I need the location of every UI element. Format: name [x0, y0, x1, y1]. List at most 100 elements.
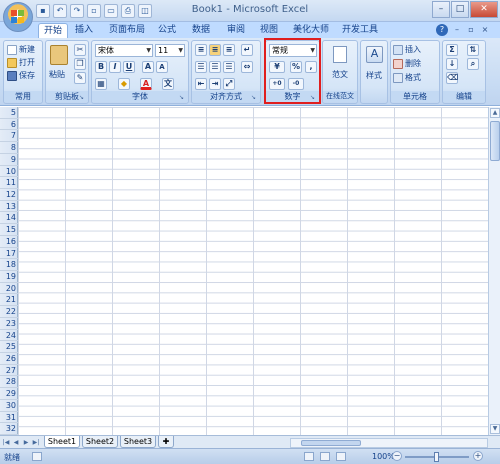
- zoom-out-icon[interactable]: −: [392, 451, 402, 461]
- align-right-icon[interactable]: ☰: [223, 61, 235, 73]
- macro-record-icon[interactable]: [32, 452, 42, 461]
- grow-font-button[interactable]: A: [142, 61, 154, 73]
- autosum-button[interactable]: Σ: [446, 44, 458, 56]
- vertical-scrollbar[interactable]: ▲ ▼: [488, 107, 500, 435]
- sheet-tab-1[interactable]: Sheet1: [44, 436, 80, 448]
- align-left-icon[interactable]: ☰: [195, 61, 207, 73]
- row-header[interactable]: 6: [0, 119, 18, 131]
- format-cells-button[interactable]: 格式: [393, 72, 421, 83]
- office-button[interactable]: [3, 2, 33, 32]
- align-bottom-icon[interactable]: ≡: [223, 44, 235, 56]
- paste-label[interactable]: 粘贴: [49, 69, 65, 80]
- row-header[interactable]: 5: [0, 107, 18, 119]
- sort-filter-icon[interactable]: ⇅: [467, 44, 479, 56]
- cut-icon[interactable]: ✂: [74, 44, 86, 56]
- ribbon-close-icon[interactable]: ×: [480, 25, 490, 35]
- tab-page-layout[interactable]: 页面布局: [106, 23, 148, 38]
- zoom-in-icon[interactable]: +: [473, 451, 483, 461]
- row-header[interactable]: 32: [0, 423, 18, 435]
- row-header[interactable]: 26: [0, 353, 18, 365]
- next-sheet-icon[interactable]: ▶: [22, 438, 30, 447]
- scroll-up-icon[interactable]: ▲: [490, 108, 500, 118]
- align-middle-icon[interactable]: ≡: [209, 44, 221, 56]
- tab-review[interactable]: 审阅: [225, 23, 247, 38]
- alignment-launcher-icon[interactable]: ↘: [251, 94, 258, 101]
- last-sheet-icon[interactable]: ▶|: [32, 438, 40, 447]
- maximize-button[interactable]: □: [451, 1, 469, 18]
- row-header[interactable]: 14: [0, 212, 18, 225]
- font-launcher-icon[interactable]: ↘: [179, 94, 186, 101]
- row-header[interactable]: 7: [0, 130, 18, 143]
- zoom-slider[interactable]: [405, 452, 469, 462]
- ribbon-restore-icon[interactable]: ▫: [466, 25, 476, 35]
- row-header[interactable]: 12: [0, 189, 18, 201]
- phonetic-icon[interactable]: 文: [162, 78, 174, 90]
- sheet-tab-3[interactable]: Sheet3: [120, 436, 156, 448]
- wrap-text-icon[interactable]: ↵: [241, 44, 253, 56]
- row-header[interactable]: 17: [0, 248, 18, 260]
- row-header[interactable]: 8: [0, 142, 18, 154]
- styles-button[interactable]: 样式: [366, 70, 382, 81]
- font-name-select[interactable]: 宋体 ▼: [95, 44, 153, 57]
- bold-button[interactable]: B: [95, 61, 107, 73]
- format-painter-icon[interactable]: ✎: [74, 72, 86, 84]
- horizontal-scroll-thumb[interactable]: [301, 440, 361, 446]
- scroll-down-icon[interactable]: ▼: [490, 424, 500, 434]
- increase-indent-icon[interactable]: ⇥: [209, 78, 221, 90]
- cell-grid[interactable]: [18, 107, 488, 435]
- insert-cells-button[interactable]: 插入: [393, 44, 421, 55]
- row-header[interactable]: 19: [0, 271, 18, 283]
- clear-icon[interactable]: ⌫: [446, 72, 458, 84]
- delete-cells-button[interactable]: 删除: [393, 58, 421, 69]
- tab-insert[interactable]: 插入: [72, 23, 96, 38]
- styles-icon[interactable]: A: [366, 46, 383, 63]
- row-header[interactable]: 28: [0, 376, 18, 389]
- clipboard-launcher-icon[interactable]: ↘: [79, 94, 86, 101]
- ribbon-minimize-icon[interactable]: –: [452, 25, 462, 35]
- row-header[interactable]: 10: [0, 166, 18, 178]
- first-sheet-icon[interactable]: |◀: [2, 438, 10, 447]
- align-center-icon[interactable]: ☰: [209, 61, 221, 73]
- tab-view[interactable]: 视图: [258, 23, 280, 38]
- sheet-tab-2[interactable]: Sheet2: [82, 436, 118, 448]
- page-break-view-icon[interactable]: [336, 452, 346, 461]
- row-header[interactable]: 23: [0, 318, 18, 330]
- shrink-font-button[interactable]: A: [156, 61, 168, 73]
- fill-color-icon[interactable]: ◆: [118, 78, 130, 90]
- underline-button[interactable]: U: [123, 61, 135, 73]
- vertical-scroll-thumb[interactable]: [490, 121, 500, 161]
- row-header[interactable]: 31: [0, 412, 18, 424]
- orientation-icon[interactable]: ⤢: [223, 78, 235, 90]
- normal-view-icon[interactable]: [304, 452, 314, 461]
- tab-formulas[interactable]: 公式: [156, 23, 178, 38]
- row-header[interactable]: 30: [0, 400, 18, 412]
- font-size-select[interactable]: 11 ▼: [155, 44, 185, 57]
- tab-data[interactable]: 数据: [190, 23, 212, 38]
- row-header[interactable]: 11: [0, 177, 18, 189]
- horizontal-scrollbar[interactable]: [290, 438, 488, 448]
- new-button[interactable]: 新建: [7, 44, 35, 55]
- fill-down-icon[interactable]: ↓: [446, 58, 458, 70]
- tab-home[interactable]: 开始: [38, 23, 68, 38]
- row-header[interactable]: 27: [0, 365, 18, 377]
- save-button[interactable]: 保存: [7, 70, 35, 81]
- find-select-icon[interactable]: ⌕: [467, 58, 479, 70]
- tab-developer[interactable]: 开发工具: [340, 23, 380, 38]
- align-top-icon[interactable]: ≡: [195, 44, 207, 56]
- prev-sheet-icon[interactable]: ◀: [12, 438, 20, 447]
- row-header[interactable]: 18: [0, 259, 18, 271]
- open-button[interactable]: 打开: [7, 57, 35, 68]
- merge-center-icon[interactable]: ⇔: [241, 61, 253, 73]
- italic-button[interactable]: I: [109, 61, 121, 73]
- row-header[interactable]: 29: [0, 388, 18, 400]
- row-header[interactable]: 9: [0, 154, 18, 166]
- page-layout-view-icon[interactable]: [320, 452, 330, 461]
- template-button[interactable]: 范文: [332, 69, 348, 80]
- decrease-indent-icon[interactable]: ⇤: [195, 78, 207, 90]
- row-header[interactable]: 15: [0, 224, 18, 236]
- row-header[interactable]: 24: [0, 330, 18, 342]
- tab-beautify[interactable]: 美化大师: [292, 23, 330, 38]
- minimize-button[interactable]: –: [432, 1, 450, 18]
- paste-icon[interactable]: [50, 45, 68, 65]
- help-icon[interactable]: ?: [436, 24, 448, 36]
